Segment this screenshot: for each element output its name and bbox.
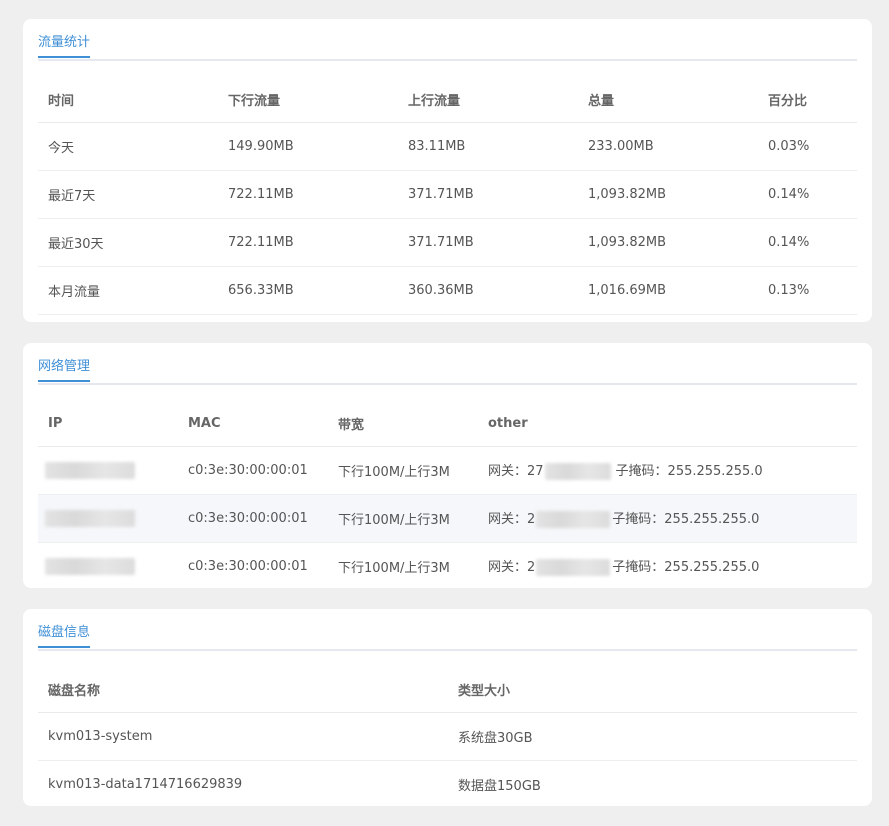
traffic-card: 流量统计 时间 下行流量 上行流量 总量 百分比 今天 149.90MB 83.… [23, 19, 872, 322]
gateway-label: 网关：27 [488, 464, 544, 479]
disk-header-row: 磁盘名称 类型大小 [38, 651, 857, 713]
column-header-download: 下行流量 [218, 61, 398, 123]
redacted-gateway [536, 559, 611, 576]
percent-cell: 0.14% [758, 218, 857, 267]
mac-cell: c0:3e:30:00:00:01 [178, 494, 328, 543]
redacted-ip [45, 509, 135, 527]
table-row: c0:3e:30:00:00:01 下行100M/上行3M 网关：2 子掩码：25… [38, 542, 857, 588]
other-cell: 网关：2 子掩码：255.255.255.0 [478, 494, 857, 543]
download-cell: 722.11MB [218, 218, 398, 267]
traffic-card-header: 流量统计 [38, 19, 857, 61]
traffic-tab-title[interactable]: 流量统计 [38, 31, 91, 58]
percent-cell: 0.14% [758, 170, 857, 219]
other-cell: 网关：2 子掩码：255.255.255.0 [478, 542, 857, 588]
column-header-bandwidth: 带宽 [328, 385, 478, 447]
network-tab-title[interactable]: 网络管理 [38, 355, 91, 382]
total-cell: 233.00MB [578, 122, 758, 171]
table-row: kvm013-system 系统盘30GB [38, 712, 857, 761]
column-header-percent: 百分比 [758, 61, 857, 123]
redacted-gateway [536, 511, 611, 528]
table-row: 最近7天 722.11MB 371.71MB 1,093.82MB 0.14% [38, 170, 857, 219]
disk-type-cell: 系统盘30GB [448, 712, 857, 761]
column-header-disk-name: 磁盘名称 [38, 651, 448, 713]
period-cell: 今天 [38, 122, 218, 171]
column-header-total: 总量 [578, 61, 758, 123]
upload-cell: 371.71MB [398, 218, 578, 267]
column-header-disk-type: 类型大小 [448, 651, 857, 713]
disk-name-cell: kvm013-data1714716629839 [38, 760, 448, 806]
bandwidth-cell: 下行100M/上行3M [328, 446, 478, 495]
mac-cell: c0:3e:30:00:00:01 [178, 446, 328, 495]
total-cell: 1,093.82MB [578, 218, 758, 267]
disk-card-header: 磁盘信息 [38, 609, 857, 651]
column-header-mac: MAC [178, 385, 328, 447]
disk-name-cell: kvm013-system [38, 712, 448, 761]
period-cell: 本月流量 [38, 266, 218, 315]
column-header-time: 时间 [38, 61, 218, 123]
download-cell: 656.33MB [218, 266, 398, 315]
subnet-mask: 子掩码：255.255.255.0 [612, 560, 760, 575]
network-table: IP MAC 带宽 other c0:3e:30:00:00:01 下行100M… [38, 385, 857, 588]
table-row: c0:3e:30:00:00:01 下行100M/上行3M 网关：2 子掩码：25… [38, 494, 857, 543]
other-cell: 网关：27 子掩码：255.255.255.0 [478, 446, 857, 495]
ip-cell [38, 542, 178, 588]
disk-card: 磁盘信息 磁盘名称 类型大小 kvm013-system 系统盘30GB kvm… [23, 609, 872, 806]
download-cell: 149.90MB [218, 122, 398, 171]
page: 流量统计 时间 下行流量 上行流量 总量 百分比 今天 149.90MB 83.… [0, 0, 889, 826]
gateway-label: 网关：2 [488, 560, 536, 575]
ip-cell [38, 446, 178, 495]
subnet-mask: 子掩码：255.255.255.0 [615, 464, 763, 479]
period-cell: 最近7天 [38, 170, 218, 219]
table-row: 本月流量 656.33MB 360.36MB 1,016.69MB 0.13% [38, 266, 857, 315]
network-card-header: 网络管理 [38, 343, 857, 385]
disk-table: 磁盘名称 类型大小 kvm013-system 系统盘30GB kvm013-d… [38, 651, 857, 806]
disk-tab-title[interactable]: 磁盘信息 [38, 621, 91, 648]
column-header-upload: 上行流量 [398, 61, 578, 123]
network-card: 网络管理 IP MAC 带宽 other c0:3e:30:00:00:01 下… [23, 343, 872, 588]
traffic-header-row: 时间 下行流量 上行流量 总量 百分比 [38, 61, 857, 123]
table-row: kvm013-data1714716629839 数据盘150GB [38, 760, 857, 806]
traffic-table: 时间 下行流量 上行流量 总量 百分比 今天 149.90MB 83.11MB … [38, 61, 857, 315]
download-cell: 722.11MB [218, 170, 398, 219]
upload-cell: 360.36MB [398, 266, 578, 315]
disk-type-cell: 数据盘150GB [448, 760, 857, 806]
table-row: 最近30天 722.11MB 371.71MB 1,093.82MB 0.14% [38, 218, 857, 267]
period-cell: 最近30天 [38, 218, 218, 267]
gateway-label: 网关：2 [488, 512, 536, 527]
percent-cell: 0.13% [758, 266, 857, 315]
redacted-ip [45, 557, 135, 575]
ip-cell [38, 494, 178, 543]
redacted-ip [45, 461, 135, 479]
total-cell: 1,016.69MB [578, 266, 758, 315]
bandwidth-cell: 下行100M/上行3M [328, 494, 478, 543]
upload-cell: 371.71MB [398, 170, 578, 219]
column-header-other: other [478, 385, 857, 447]
table-row: c0:3e:30:00:00:01 下行100M/上行3M 网关：27 子掩码：2… [38, 446, 857, 495]
total-cell: 1,093.82MB [578, 170, 758, 219]
percent-cell: 0.03% [758, 122, 857, 171]
column-header-ip: IP [38, 385, 178, 447]
subnet-mask: 子掩码：255.255.255.0 [612, 512, 760, 527]
bandwidth-cell: 下行100M/上行3M [328, 542, 478, 588]
redacted-gateway [544, 463, 611, 480]
network-header-row: IP MAC 带宽 other [38, 385, 857, 447]
mac-cell: c0:3e:30:00:00:01 [178, 542, 328, 588]
upload-cell: 83.11MB [398, 122, 578, 171]
table-row: 今天 149.90MB 83.11MB 233.00MB 0.03% [38, 122, 857, 171]
